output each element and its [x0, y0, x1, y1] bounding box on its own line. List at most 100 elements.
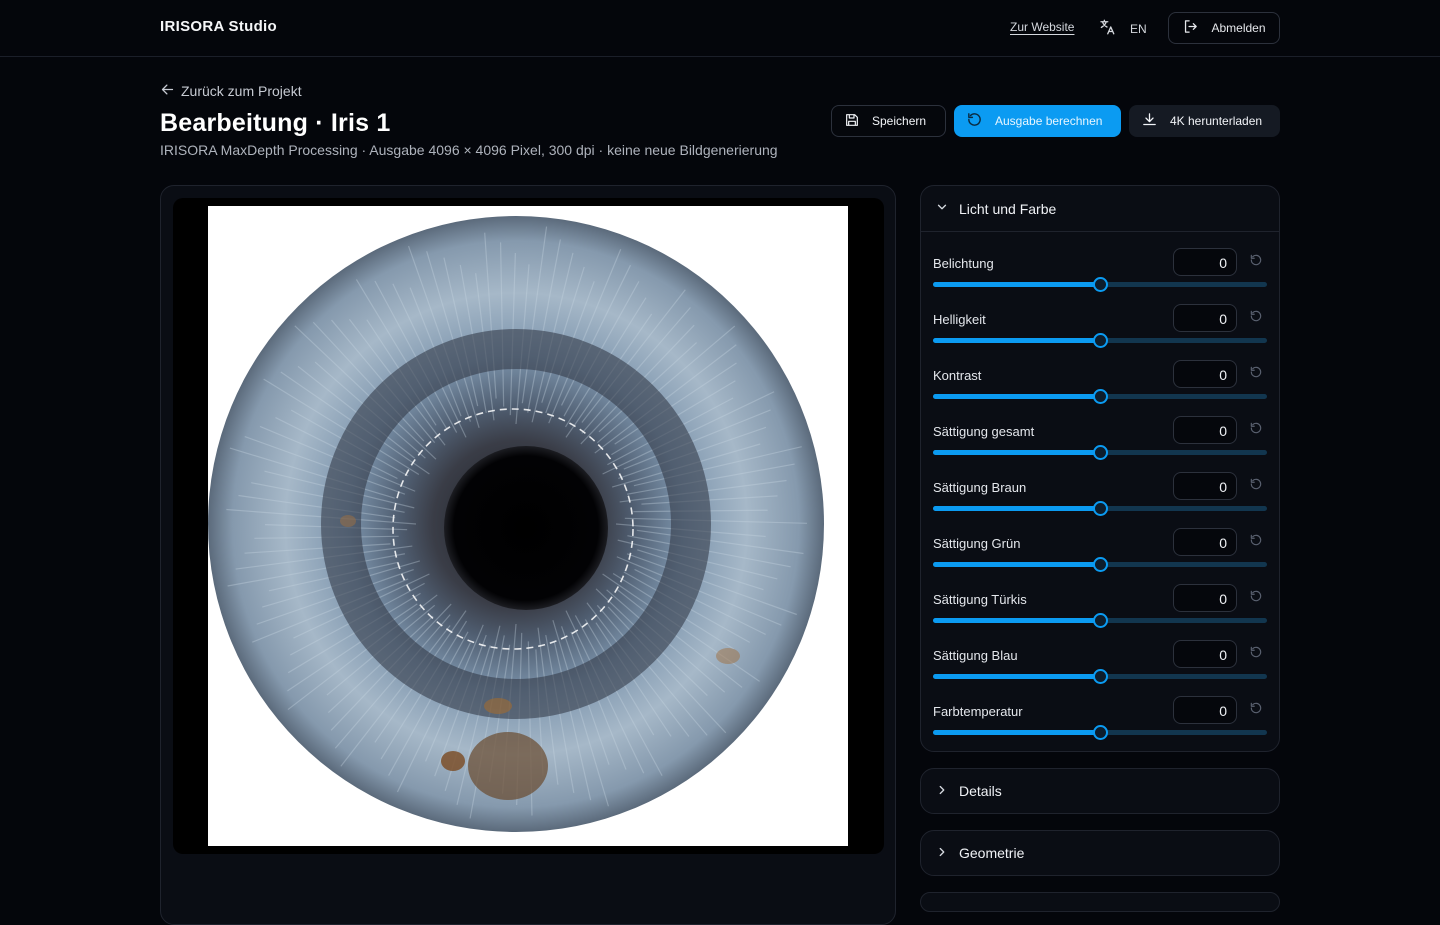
slider-label: Belichtung — [933, 256, 994, 271]
chevron-right-icon — [935, 845, 949, 862]
slider-label: Sättigung Türkis — [933, 592, 1027, 607]
reset-icon[interactable] — [1249, 421, 1263, 440]
slider-label: Sättigung Grün — [933, 536, 1021, 551]
back-label: Zurück zum Projekt — [181, 83, 302, 99]
slider-track[interactable] — [933, 333, 1267, 348]
reset-icon[interactable] — [1249, 309, 1263, 328]
geometry-label: Geometrie — [959, 845, 1025, 861]
reset-icon[interactable] — [1249, 477, 1263, 496]
geometry-section[interactable]: Geometrie — [920, 830, 1280, 876]
slider-fill — [933, 730, 1100, 735]
light-color-panel: Licht und Farbe Belichtung 0 Helligkeit 0 Ko… — [920, 185, 1280, 752]
iris-image — [208, 216, 824, 832]
details-section[interactable]: Details — [920, 768, 1280, 814]
slider-thumb[interactable] — [1093, 613, 1108, 628]
slider-row: Sättigung Blau 0 — [933, 640, 1267, 696]
slider-thumb[interactable] — [1093, 333, 1108, 348]
slider-thumb[interactable] — [1093, 389, 1108, 404]
save-label: Speichern — [872, 114, 927, 128]
reset-icon[interactable] — [1249, 645, 1263, 664]
slider-thumb[interactable] — [1093, 445, 1108, 460]
reset-icon[interactable] — [1249, 701, 1263, 720]
details-label: Details — [959, 783, 1002, 799]
compute-output-button[interactable]: Ausgabe berechnen — [954, 105, 1121, 137]
top-bar: IRISORA Studio Zur Website EN Abmelden — [0, 0, 1440, 57]
arrow-left-icon — [160, 82, 175, 100]
preview-frame — [173, 198, 884, 854]
slider-value-input[interactable]: 0 — [1173, 472, 1237, 500]
slider-fill — [933, 562, 1100, 567]
download-icon — [1141, 111, 1158, 131]
reset-icon[interactable] — [1249, 365, 1263, 384]
slider-fill — [933, 394, 1100, 399]
slider-fill — [933, 282, 1100, 287]
slider-value-input[interactable]: 0 — [1173, 528, 1237, 556]
slider-track[interactable] — [933, 501, 1267, 516]
slider-track[interactable] — [933, 445, 1267, 460]
slider-label: Helligkeit — [933, 312, 986, 327]
slider-thumb[interactable] — [1093, 669, 1108, 684]
slider-row: Belichtung 0 — [933, 248, 1267, 304]
slider-track[interactable] — [933, 613, 1267, 628]
save-icon — [844, 112, 860, 131]
compute-label: Ausgabe berechnen — [995, 114, 1103, 128]
translate-icon — [1098, 18, 1116, 39]
slider-track[interactable] — [933, 669, 1267, 684]
panel-title: Licht und Farbe — [959, 200, 1057, 217]
slider-fill — [933, 506, 1100, 511]
reset-icon[interactable] — [1249, 533, 1263, 552]
reset-icon[interactable] — [1249, 253, 1263, 272]
slider-fill — [933, 618, 1100, 623]
brand-logo[interactable]: IRISORA Studio — [160, 18, 277, 35]
slider-value-input[interactable]: 0 — [1173, 416, 1237, 444]
slider-fill — [933, 450, 1100, 455]
slider-row: Sättigung Braun 0 — [933, 472, 1267, 528]
back-to-project-link[interactable]: Zurück zum Projekt — [160, 82, 302, 100]
page-subtitle: IRISORA MaxDepth Processing · Ausgabe 40… — [160, 142, 778, 158]
action-toolbar: Speichern Ausgabe berechnen 4K herunterl… — [831, 105, 1280, 137]
slider-label: Sättigung gesamt — [933, 424, 1035, 439]
slider-row: Sättigung gesamt 0 — [933, 416, 1267, 472]
chevron-right-icon — [935, 783, 949, 800]
slider-value-input[interactable]: 0 — [1173, 584, 1237, 612]
slider-thumb[interactable] — [1093, 501, 1108, 516]
download-4k-button[interactable]: 4K herunterladen — [1129, 105, 1280, 137]
slider-row: Sättigung Grün 0 — [933, 528, 1267, 584]
slider-track[interactable] — [933, 725, 1267, 740]
slider-track[interactable] — [933, 277, 1267, 292]
slider-label: Sättigung Braun — [933, 480, 1027, 495]
slider-value-input[interactable]: 0 — [1173, 696, 1237, 724]
slider-track[interactable] — [933, 389, 1267, 404]
download-label: 4K herunterladen — [1170, 114, 1263, 128]
slider-thumb[interactable] — [1093, 725, 1108, 740]
slider-track[interactable] — [933, 557, 1267, 572]
slider-label: Sättigung Blau — [933, 648, 1018, 663]
slider-row: Kontrast 0 — [933, 360, 1267, 416]
slider-thumb[interactable] — [1093, 557, 1108, 572]
next-section-peek[interactable] — [920, 892, 1280, 912]
reset-icon[interactable] — [1249, 589, 1263, 608]
slider-value-input[interactable]: 0 — [1173, 360, 1237, 388]
refresh-icon — [966, 111, 983, 131]
logout-icon — [1182, 18, 1199, 38]
slider-row: Farbtemperatur 0 — [933, 696, 1267, 752]
preview-card — [160, 185, 896, 925]
slider-fill — [933, 338, 1100, 343]
slider-row: Sättigung Türkis 0 — [933, 584, 1267, 640]
slider-label: Kontrast — [933, 368, 982, 383]
logout-label: Abmelden — [1211, 21, 1266, 35]
language-label: EN — [1130, 21, 1147, 36]
website-link[interactable]: Zur Website — [1010, 20, 1074, 34]
light-color-panel-header[interactable]: Licht und Farbe — [921, 186, 1279, 232]
slider-value-input[interactable]: 0 — [1173, 248, 1237, 276]
chevron-down-icon — [935, 200, 949, 217]
iris-canvas[interactable] — [208, 206, 848, 846]
slider-thumb[interactable] — [1093, 277, 1108, 292]
slider-value-input[interactable]: 0 — [1173, 640, 1237, 668]
language-switcher[interactable]: EN — [1098, 18, 1147, 39]
slider-row: Helligkeit 0 — [933, 304, 1267, 360]
save-button[interactable]: Speichern — [831, 105, 946, 137]
page-title: Bearbeitung · Iris 1 — [160, 109, 391, 137]
logout-button[interactable]: Abmelden — [1168, 12, 1280, 44]
slider-value-input[interactable]: 0 — [1173, 304, 1237, 332]
